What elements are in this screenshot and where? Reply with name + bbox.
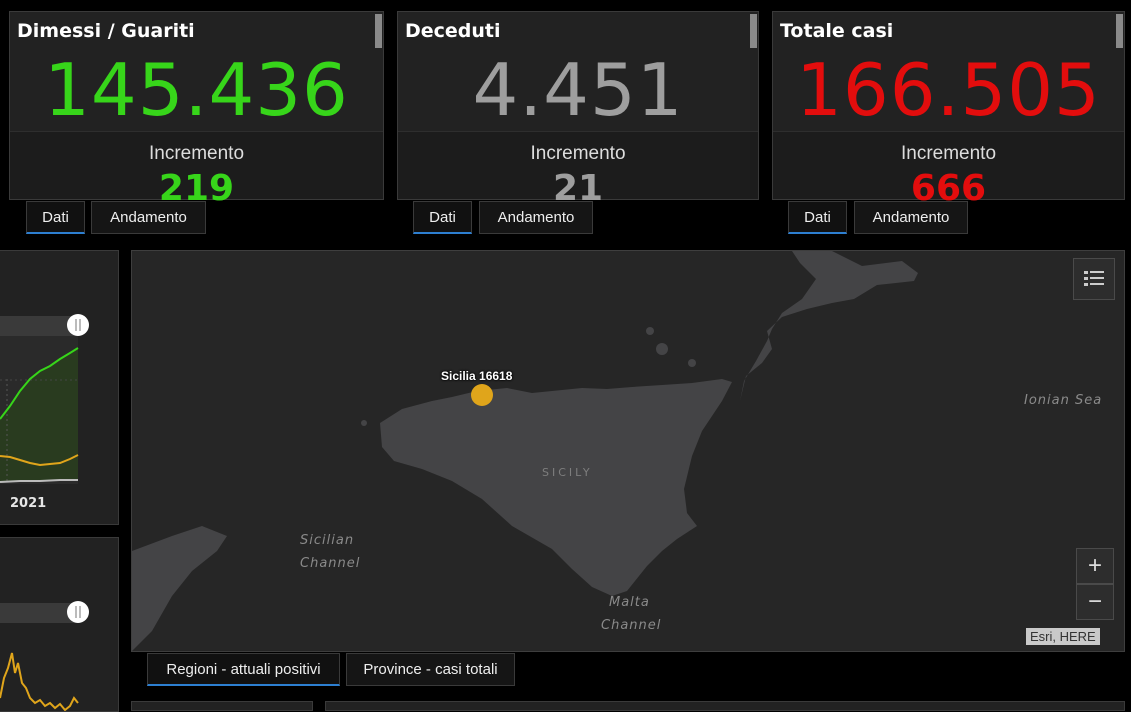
card-deceduti: Deceduti 4.451 Incremento 21: [397, 11, 759, 209]
tab-andamento-3[interactable]: Andamento: [854, 201, 968, 234]
label-sicilian-channel-1: Sicilian: [300, 533, 355, 548]
sicily-landmass: [380, 379, 732, 596]
calabria-landmass: [740, 251, 918, 401]
map-view[interactable]: SICILY Ionian Sea Sicilian Channel Malta…: [131, 250, 1125, 652]
card-title: Dimessi / Guariti: [17, 20, 195, 42]
card-title: Deceduti: [405, 20, 501, 42]
card-value: 4.451: [472, 48, 684, 132]
tab-dati-2[interactable]: Dati: [413, 201, 472, 234]
label-sicilian-channel-2: Channel: [300, 556, 361, 571]
zoom-in-button[interactable]: +: [1076, 548, 1114, 584]
increment-label: Incremento: [148, 143, 245, 164]
card-increment-section: Incremento 21: [398, 131, 758, 209]
zoom-out-button[interactable]: −: [1076, 584, 1114, 620]
series-line-orange: [0, 652, 79, 711]
increment-label: Incremento: [530, 143, 626, 164]
slider-handle: [67, 314, 89, 336]
tab-regioni-attuali-positivi[interactable]: Regioni - attuali positivi: [147, 653, 340, 686]
card-increment-section: Incremento 666: [773, 131, 1124, 209]
island: [656, 343, 668, 355]
plus-icon: +: [1087, 552, 1102, 579]
island: [688, 359, 696, 367]
tab-dati-3[interactable]: Dati: [788, 201, 847, 234]
tunisia-landmass: [132, 526, 227, 651]
daily-chart-panel: [0, 537, 119, 712]
label-malta-2: Channel: [601, 618, 662, 633]
label-ionian-sea: Ionian Sea: [1024, 393, 1103, 408]
bottom-panel-left: [131, 701, 313, 711]
list-icon: [1084, 271, 1104, 286]
legend-button[interactable]: [1073, 258, 1115, 300]
trend-chart: 2021: [0, 314, 89, 511]
tab-dati-1[interactable]: Dati: [26, 201, 85, 234]
label-sicily: SICILY: [542, 466, 593, 479]
tab-andamento-2[interactable]: Andamento: [479, 201, 593, 234]
card-value: 145.436: [44, 48, 349, 132]
tab-andamento-1[interactable]: Andamento: [91, 201, 206, 234]
card-increment-section: Incremento 219: [10, 131, 383, 209]
scrollbar[interactable]: [750, 14, 757, 48]
trend-chart-panel: 2021: [0, 250, 119, 525]
year-label: 2021: [10, 496, 46, 511]
increment-label: Incremento: [900, 143, 997, 164]
card-totale-casi: Totale casi 166.505 Incremento 666: [772, 11, 1125, 209]
sicilia-marker[interactable]: [471, 384, 493, 406]
card-value: 166.505: [796, 48, 1101, 132]
tab-province-casi-totali[interactable]: Province - casi totali: [346, 653, 515, 686]
map-attribution: Esri, HERE: [1026, 628, 1100, 645]
bottom-panel-right: [325, 701, 1125, 711]
slider-handle: [67, 601, 89, 623]
island: [646, 327, 654, 335]
card-title: Totale casi: [780, 20, 894, 42]
minus-icon: −: [1087, 588, 1102, 615]
card-dimessi-guariti: Dimessi / Guariti 145.436 Incremento 219: [9, 11, 384, 209]
label-malta-1: Malta: [609, 595, 650, 610]
island: [361, 420, 367, 426]
scrollbar[interactable]: [375, 14, 382, 48]
marker-label: Sicilia 16618: [441, 369, 513, 383]
daily-chart: [0, 601, 89, 711]
scrollbar[interactable]: [1116, 14, 1123, 48]
